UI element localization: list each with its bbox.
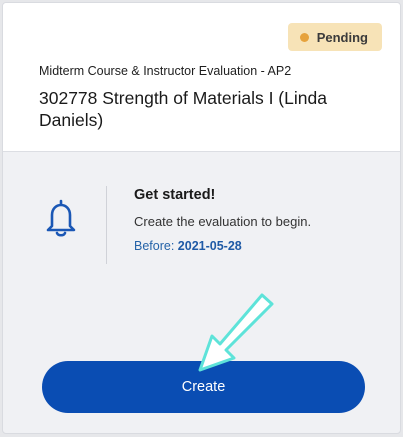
evaluation-title: 302778 Strength of Materials I (Linda Da… <box>39 88 327 130</box>
card-header: Pending Midterm Course & Instructor Eval… <box>3 3 400 152</box>
evaluation-subtitle: Midterm Course & Instructor Evaluation -… <box>39 64 292 78</box>
create-button[interactable]: Create <box>42 361 365 413</box>
section-divider <box>106 186 107 264</box>
status-badge: Pending <box>287 23 382 51</box>
notice-heading: Get started! <box>134 187 216 203</box>
status-label: Pending <box>316 29 368 45</box>
due-date-label: Before: <box>134 239 175 253</box>
status-dot-icon <box>299 32 309 42</box>
due-date-value: 2021-05-28 <box>177 239 242 253</box>
due-date: Before: 2021-05-28 <box>134 239 242 253</box>
evaluation-card: Pending Midterm Course & Instructor Eval… <box>2 2 401 434</box>
notice-description: Create the evaluation to begin. <box>134 214 312 229</box>
bell-icon <box>46 199 76 237</box>
